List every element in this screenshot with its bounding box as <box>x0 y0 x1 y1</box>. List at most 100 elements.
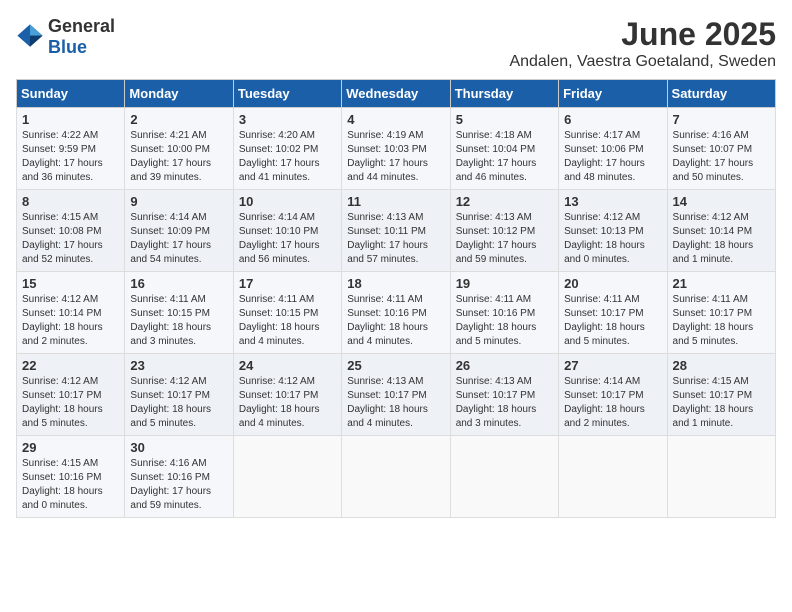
day-number: 1 <box>22 112 119 127</box>
day-detail: Sunrise: 4:11 AMSunset: 10:15 PMDaylight… <box>239 294 320 347</box>
calendar-week-row: 22 Sunrise: 4:12 AMSunset: 10:17 PMDaylig… <box>17 354 776 436</box>
calendar-cell: 27 Sunrise: 4:14 AMSunset: 10:17 PMDaylig… <box>559 354 667 436</box>
logo: General Blue <box>16 16 115 58</box>
day-detail: Sunrise: 4:11 AMSunset: 10:16 PMDaylight… <box>456 294 537 347</box>
calendar-cell: 21 Sunrise: 4:11 AMSunset: 10:17 PMDaylig… <box>667 272 775 354</box>
calendar-cell: 11 Sunrise: 4:13 AMSunset: 10:11 PMDaylig… <box>342 190 450 272</box>
calendar-cell: 17 Sunrise: 4:11 AMSunset: 10:15 PMDaylig… <box>233 272 341 354</box>
day-detail: Sunrise: 4:14 AMSunset: 10:09 PMDaylight… <box>130 212 211 265</box>
day-number: 30 <box>130 440 227 455</box>
day-detail: Sunrise: 4:11 AMSunset: 10:15 PMDaylight… <box>130 294 211 347</box>
day-number: 20 <box>564 276 661 291</box>
calendar-cell: 4 Sunrise: 4:19 AMSunset: 10:03 PMDayligh… <box>342 108 450 190</box>
day-number: 6 <box>564 112 661 127</box>
weekday-header: Tuesday <box>233 80 341 108</box>
day-detail: Sunrise: 4:13 AMSunset: 10:11 PMDaylight… <box>347 212 428 265</box>
day-detail: Sunrise: 4:16 AMSunset: 10:07 PMDaylight… <box>673 130 754 183</box>
day-number: 4 <box>347 112 444 127</box>
calendar-cell: 19 Sunrise: 4:11 AMSunset: 10:16 PMDaylig… <box>450 272 558 354</box>
day-number: 27 <box>564 358 661 373</box>
title-area: June 2025 Andalen, Vaestra Goetaland, Sw… <box>509 16 776 71</box>
calendar-table: SundayMondayTuesdayWednesdayThursdayFrid… <box>16 79 776 518</box>
calendar-week-row: 29 Sunrise: 4:15 AMSunset: 10:16 PMDaylig… <box>17 436 776 518</box>
calendar-cell <box>450 436 558 518</box>
day-number: 24 <box>239 358 336 373</box>
calendar-cell <box>233 436 341 518</box>
day-detail: Sunrise: 4:11 AMSunset: 10:17 PMDaylight… <box>564 294 645 347</box>
day-detail: Sunrise: 4:12 AMSunset: 10:14 PMDaylight… <box>22 294 103 347</box>
day-detail: Sunrise: 4:11 AMSunset: 10:16 PMDaylight… <box>347 294 428 347</box>
day-detail: Sunrise: 4:15 AMSunset: 10:08 PMDaylight… <box>22 212 103 265</box>
calendar-cell: 25 Sunrise: 4:13 AMSunset: 10:17 PMDaylig… <box>342 354 450 436</box>
day-number: 26 <box>456 358 553 373</box>
day-number: 28 <box>673 358 770 373</box>
calendar-cell: 28 Sunrise: 4:15 AMSunset: 10:17 PMDaylig… <box>667 354 775 436</box>
weekday-header: Wednesday <box>342 80 450 108</box>
calendar-cell <box>342 436 450 518</box>
calendar-cell: 18 Sunrise: 4:11 AMSunset: 10:16 PMDaylig… <box>342 272 450 354</box>
day-number: 10 <box>239 194 336 209</box>
day-detail: Sunrise: 4:16 AMSunset: 10:16 PMDaylight… <box>130 458 211 511</box>
calendar-cell: 22Sunrise: 4:12 AMSunset: 10:17 PMDaylig… <box>17 354 125 436</box>
day-number: 11 <box>347 194 444 209</box>
day-detail: Sunrise: 4:17 AMSunset: 10:06 PMDaylight… <box>564 130 645 183</box>
calendar-week-row: 8 Sunrise: 4:15 AMSunset: 10:08 PMDayligh… <box>17 190 776 272</box>
day-number: 22 <box>22 358 119 373</box>
calendar-cell: 13Sunrise: 4:12 AMSunset: 10:13 PMDaylig… <box>559 190 667 272</box>
day-detail: Sunrise: 4:13 AMSunset: 10:17 PMDaylight… <box>456 376 537 429</box>
day-detail: Sunrise: 4:12 AMSunset: 10:14 PMDaylight… <box>673 212 754 265</box>
month-title: June 2025 <box>509 16 776 53</box>
day-detail: Sunrise: 4:15 AMSunset: 10:16 PMDaylight… <box>22 458 103 511</box>
day-number: 15 <box>22 276 119 291</box>
day-number: 29 <box>22 440 119 455</box>
day-number: 12 <box>456 194 553 209</box>
day-number: 14 <box>673 194 770 209</box>
day-number: 5 <box>456 112 553 127</box>
calendar-cell: 1 Sunrise: 4:22 AMSunset: 9:59 PMDaylight… <box>17 108 125 190</box>
day-detail: Sunrise: 4:20 AMSunset: 10:02 PMDaylight… <box>239 130 320 183</box>
calendar-cell: 15 Sunrise: 4:12 AMSunset: 10:14 PMDaylig… <box>17 272 125 354</box>
weekday-header: Thursday <box>450 80 558 108</box>
calendar-cell: 10Sunrise: 4:14 AMSunset: 10:10 PMDaylig… <box>233 190 341 272</box>
day-number: 9 <box>130 194 227 209</box>
page-header: General Blue June 2025 Andalen, Vaestra … <box>16 16 776 71</box>
location-title: Andalen, Vaestra Goetaland, Sweden <box>509 53 776 71</box>
day-detail: Sunrise: 4:14 AMSunset: 10:17 PMDaylight… <box>564 376 645 429</box>
day-number: 17 <box>239 276 336 291</box>
calendar-cell: 2Sunrise: 4:21 AMSunset: 10:00 PMDayligh… <box>125 108 233 190</box>
calendar-cell: 24Sunrise: 4:12 AMSunset: 10:17 PMDaylig… <box>233 354 341 436</box>
calendar-cell: 26 Sunrise: 4:13 AMSunset: 10:17 PMDaylig… <box>450 354 558 436</box>
day-detail: Sunrise: 4:15 AMSunset: 10:17 PMDaylight… <box>673 376 754 429</box>
calendar-cell: 6 Sunrise: 4:17 AMSunset: 10:06 PMDayligh… <box>559 108 667 190</box>
day-detail: Sunrise: 4:19 AMSunset: 10:03 PMDaylight… <box>347 130 428 183</box>
day-detail: Sunrise: 4:11 AMSunset: 10:17 PMDaylight… <box>673 294 754 347</box>
day-number: 3 <box>239 112 336 127</box>
day-number: 8 <box>22 194 119 209</box>
calendar-cell: 12 Sunrise: 4:13 AMSunset: 10:12 PMDaylig… <box>450 190 558 272</box>
day-detail: Sunrise: 4:13 AMSunset: 10:12 PMDaylight… <box>456 212 537 265</box>
calendar-cell <box>559 436 667 518</box>
calendar-cell: 30 Sunrise: 4:16 AMSunset: 10:16 PMDaylig… <box>125 436 233 518</box>
logo-text: General Blue <box>48 16 115 58</box>
calendar-cell: 14 Sunrise: 4:12 AMSunset: 10:14 PMDaylig… <box>667 190 775 272</box>
day-number: 25 <box>347 358 444 373</box>
day-detail: Sunrise: 4:13 AMSunset: 10:17 PMDaylight… <box>347 376 428 429</box>
weekday-header: Sunday <box>17 80 125 108</box>
day-detail: Sunrise: 4:18 AMSunset: 10:04 PMDaylight… <box>456 130 537 183</box>
weekday-header: Saturday <box>667 80 775 108</box>
day-detail: Sunrise: 4:22 AMSunset: 9:59 PMDaylight:… <box>22 130 103 183</box>
day-detail: Sunrise: 4:12 AMSunset: 10:17 PMDaylight… <box>130 376 211 429</box>
day-detail: Sunrise: 4:12 AMSunset: 10:13 PMDaylight… <box>564 212 645 265</box>
day-number: 18 <box>347 276 444 291</box>
calendar-cell: 23 Sunrise: 4:12 AMSunset: 10:17 PMDaylig… <box>125 354 233 436</box>
calendar-cell: 20 Sunrise: 4:11 AMSunset: 10:17 PMDaylig… <box>559 272 667 354</box>
calendar-week-row: 1 Sunrise: 4:22 AMSunset: 9:59 PMDaylight… <box>17 108 776 190</box>
calendar-cell: 9 Sunrise: 4:14 AMSunset: 10:09 PMDayligh… <box>125 190 233 272</box>
day-number: 16 <box>130 276 227 291</box>
day-detail: Sunrise: 4:21 AMSunset: 10:00 PMDaylight… <box>130 130 211 183</box>
day-number: 21 <box>673 276 770 291</box>
weekday-header: Friday <box>559 80 667 108</box>
day-number: 19 <box>456 276 553 291</box>
day-number: 23 <box>130 358 227 373</box>
calendar-cell: 29 Sunrise: 4:15 AMSunset: 10:16 PMDaylig… <box>17 436 125 518</box>
